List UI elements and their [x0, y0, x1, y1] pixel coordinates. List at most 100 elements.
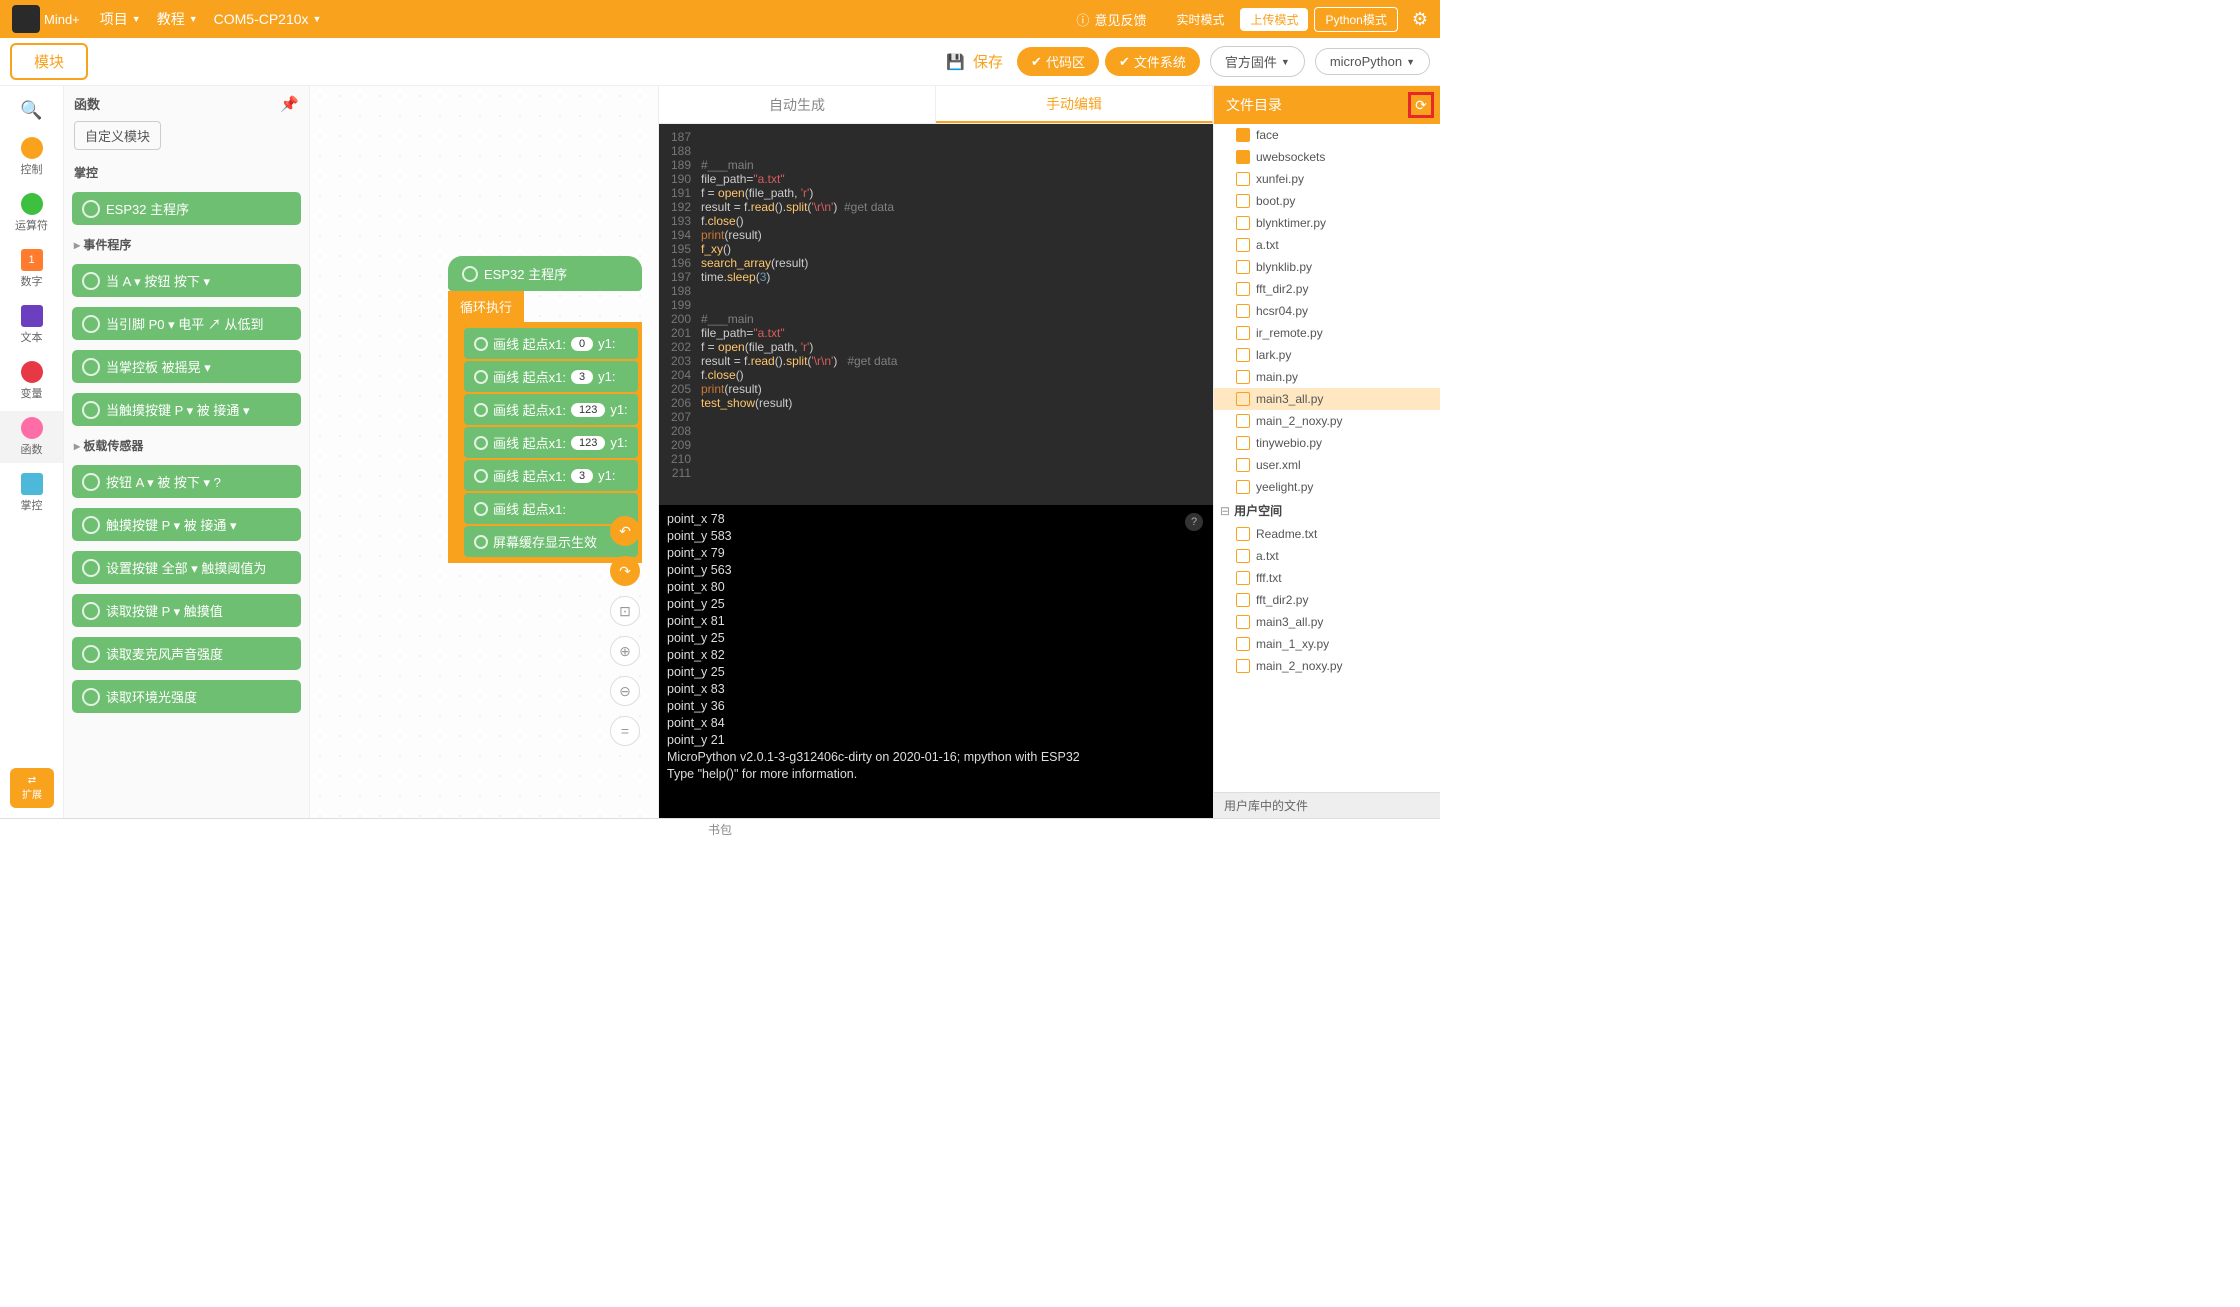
refresh-button[interactable]: ⟳ [1408, 92, 1434, 118]
file-tree[interactable]: faceuwebsocketsxunfei.pyboot.pyblynktime… [1214, 124, 1440, 792]
cat-handpy[interactable]: 掌控 [0, 467, 63, 519]
refresh-icon: ⟳ [1415, 97, 1427, 114]
file-system-pill[interactable]: ✔ 文件系统 [1105, 47, 1200, 76]
loop-head[interactable]: 循环执行 [448, 291, 524, 322]
cat-functions[interactable]: 函数 [0, 411, 63, 463]
block-set-keys[interactable]: 设置按键 全部 ▾ 触摸阈值为 [72, 551, 301, 584]
mode-python[interactable]: Python模式 [1314, 7, 1397, 32]
file-item[interactable]: uwebsockets [1214, 146, 1440, 168]
file-item[interactable]: blynklib.py [1214, 256, 1440, 278]
tab-auto[interactable]: 自动生成 [659, 86, 936, 123]
tab-manual[interactable]: 手动编辑 [936, 86, 1213, 123]
file-item[interactable]: fft_dir2.py [1214, 589, 1440, 611]
search-icon: 🔍 [20, 100, 42, 121]
bottom-bar[interactable]: 书包 [0, 818, 1440, 840]
runtime-select[interactable]: microPython ▼ [1315, 48, 1430, 75]
hat-block[interactable]: ESP32 主程序 [448, 256, 642, 291]
block-button-pressed[interactable]: 按钮 A ▾ 被 按下 ▾ ? [72, 465, 301, 498]
canvas[interactable]: ESP32 主程序 循环执行 画线 起点x1:0y1: 画线 起点x1:3y1:… [310, 86, 658, 818]
custom-block-button[interactable]: 自定义模块 [74, 121, 161, 150]
block-when-pin[interactable]: 当引脚 P0 ▾ 电平 ↗ 从低到 [72, 307, 301, 340]
section-sensors: 板载传感器 [64, 431, 309, 460]
block-when-touch[interactable]: 当触摸按键 P ▾ 被 接通 ▾ [72, 393, 301, 426]
second-bar: 模块 💾保存 ✔ 代码区 ✔ 文件系统 官方固件 ▼ microPython ▼ [0, 38, 1440, 86]
file-item[interactable]: boot.py [1214, 190, 1440, 212]
save-button[interactable]: 💾保存 [946, 51, 1003, 72]
block-when-button[interactable]: 当 A ▾ 按钮 按下 ▾ [72, 264, 301, 297]
pin-icon[interactable]: 📌 [280, 95, 299, 113]
block-when-shake[interactable]: 当掌控板 被摇晃 ▾ [72, 350, 301, 383]
mode-upload[interactable]: 上传模式 [1240, 8, 1308, 31]
canvas-controls: ↶ ↷ ⊡ ⊕ ⊖ = [610, 516, 640, 746]
file-item[interactable]: xunfei.py [1214, 168, 1440, 190]
feedback-link[interactable]: ⓘ意见反馈 [1076, 10, 1146, 29]
block-touch-key[interactable]: 触摸按键 P ▾ 被 接通 ▾ [72, 508, 301, 541]
line-block[interactable]: 画线 起点x1:0y1: [464, 328, 638, 359]
line-block[interactable]: 画线 起点x1:3y1: [464, 460, 638, 491]
extension-button[interactable]: ⇄扩展 [10, 768, 54, 808]
center-button[interactable]: = [610, 716, 640, 746]
code-tabs: 自动生成 手动编辑 [659, 86, 1213, 124]
block-read-key[interactable]: 读取按键 P ▾ 触摸值 [72, 594, 301, 627]
text-icon [21, 305, 43, 327]
undo-button[interactable]: ↶ [610, 516, 640, 546]
file-item[interactable]: Readme.txt [1214, 523, 1440, 545]
menu-project[interactable]: 项目▼ [100, 9, 141, 29]
file-item[interactable]: lark.py [1214, 344, 1440, 366]
file-item[interactable]: face [1214, 124, 1440, 146]
menu-tutorial[interactable]: 教程▼ [157, 9, 198, 29]
cat-text[interactable]: 文本 [0, 299, 63, 351]
gear-icon[interactable]: ⚙ [1412, 9, 1428, 30]
file-icon [1236, 527, 1250, 541]
zoom-out-button[interactable]: ⊖ [610, 676, 640, 706]
file-item[interactable]: main_2_noxy.py [1214, 655, 1440, 677]
mode-realtime[interactable]: 实时模式 [1166, 8, 1234, 31]
section-handpy: 掌控 [64, 158, 309, 187]
firmware-select[interactable]: 官方固件 ▼ [1210, 46, 1305, 77]
cat-operators[interactable]: 运算符 [0, 187, 63, 239]
file-item[interactable]: main3_all.py [1214, 388, 1440, 410]
cat-control[interactable]: 控制 [0, 131, 63, 183]
terminal[interactable]: ? point_x 78point_y 583point_x 79point_y… [659, 505, 1213, 819]
file-item[interactable]: a.txt [1214, 545, 1440, 567]
file-item[interactable]: hcsr04.py [1214, 300, 1440, 322]
crop-button[interactable]: ⊡ [610, 596, 640, 626]
file-icon [1236, 637, 1250, 651]
cat-number[interactable]: 1数字 [0, 243, 63, 295]
file-item[interactable]: ir_remote.py [1214, 322, 1440, 344]
file-item[interactable]: a.txt [1214, 234, 1440, 256]
redo-button[interactable]: ↷ [610, 556, 640, 586]
code-editor[interactable]: 187188189#___main190file_path="a.txt"191… [659, 124, 1213, 505]
file-icon [1236, 260, 1250, 274]
file-icon [1236, 414, 1250, 428]
file-item[interactable]: tinywebio.py [1214, 432, 1440, 454]
file-item[interactable]: main_2_noxy.py [1214, 410, 1440, 432]
line-block[interactable]: 画线 起点x1:123y1: [464, 394, 638, 425]
code-area-pill[interactable]: ✔ 代码区 [1017, 47, 1099, 76]
help-icon[interactable]: ? [1185, 513, 1203, 531]
file-item[interactable]: fff.txt [1214, 567, 1440, 589]
file-item[interactable]: main.py [1214, 366, 1440, 388]
tree-group[interactable]: 用户空间 [1214, 498, 1440, 523]
file-item[interactable]: user.xml [1214, 454, 1440, 476]
search-item[interactable]: 🔍 [0, 94, 63, 127]
blocks-button[interactable]: 模块 [10, 43, 88, 80]
block-read-light[interactable]: 读取环境光强度 [72, 680, 301, 713]
file-icon [1236, 282, 1250, 296]
cat-variables[interactable]: 变量 [0, 355, 63, 407]
block-esp32-main[interactable]: ESP32 主程序 [72, 192, 301, 225]
zoom-in-button[interactable]: ⊕ [610, 636, 640, 666]
file-item[interactable]: main_1_xy.py [1214, 633, 1440, 655]
file-item[interactable]: fft_dir2.py [1214, 278, 1440, 300]
file-item[interactable]: blynktimer.py [1214, 212, 1440, 234]
file-item[interactable]: yeelight.py [1214, 476, 1440, 498]
file-column: 文件目录 ⟳ faceuwebsocketsxunfei.pyboot.pybl… [1214, 86, 1440, 818]
block-read-mic[interactable]: 读取麦克风声音强度 [72, 637, 301, 670]
line-block[interactable]: 画线 起点x1:3y1: [464, 361, 638, 392]
operators-icon [21, 193, 43, 215]
logo-icon [12, 5, 40, 33]
menu-port[interactable]: COM5-CP210x▼ [214, 11, 322, 27]
line-block[interactable]: 画线 起点x1:123y1: [464, 427, 638, 458]
file-item[interactable]: main3_all.py [1214, 611, 1440, 633]
file-icon [1236, 571, 1250, 585]
